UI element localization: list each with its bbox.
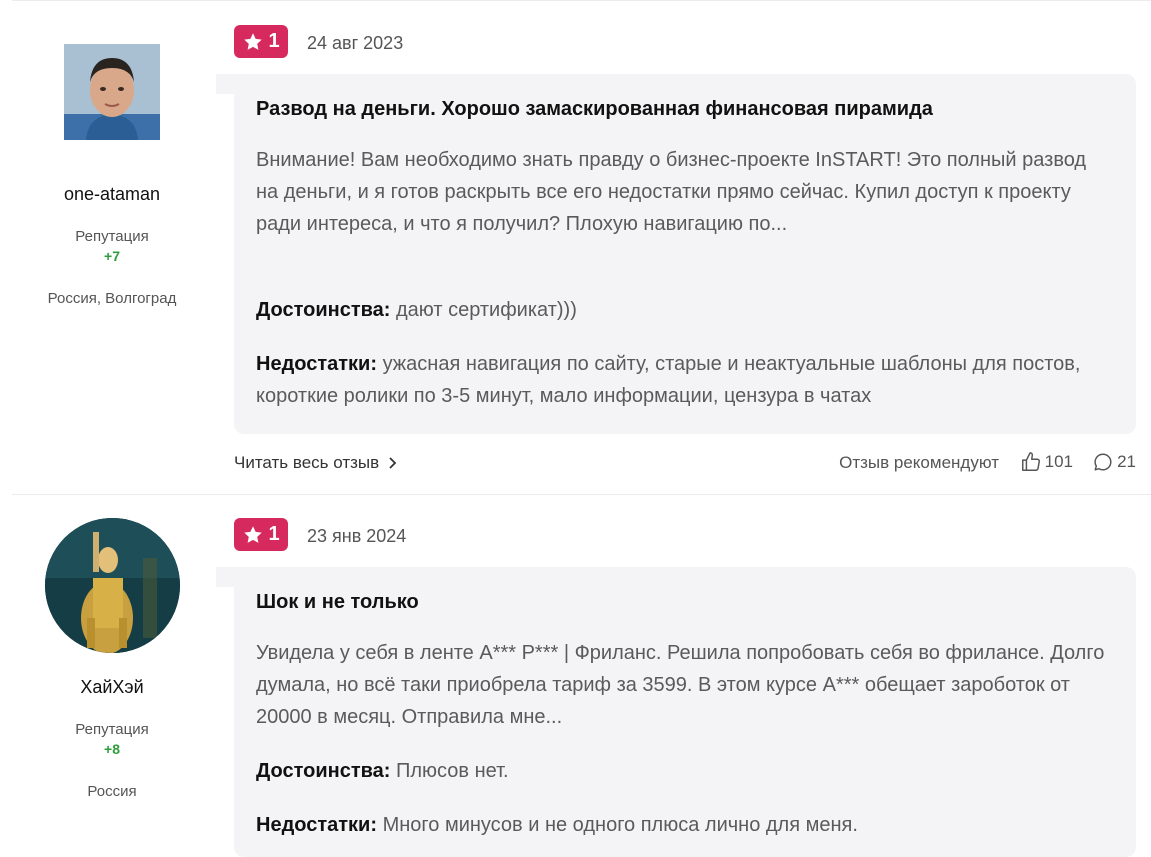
review-date: 23 янв 2024: [307, 526, 407, 546]
cons-label: Недостатки:: [256, 353, 378, 375]
review-pros: Достоинства: дают сертификат))): [256, 294, 1112, 326]
like-count: 101: [1044, 452, 1073, 471]
pros-label: Достоинства:: [256, 760, 391, 782]
review-cons: Недостатки: ужасная навигация по сайту, …: [256, 348, 1112, 412]
cons-text: ужасная навигация по сайту, старые и неа…: [256, 353, 1081, 407]
star-icon: [244, 32, 263, 50]
author-location: Россия: [87, 783, 137, 800]
reputation-label: Репутация: [75, 228, 149, 245]
review-date: 24 авг 2023: [307, 33, 404, 53]
pros-text: дают сертификат))): [396, 299, 577, 321]
review-title[interactable]: Развод на деньги. Хорошо замаскированная…: [256, 98, 1116, 121]
comment-count: 21: [1117, 452, 1136, 471]
reputation-value: +8: [104, 741, 120, 757]
avatar[interactable]: [64, 44, 160, 140]
rating-badge: 1: [234, 25, 288, 58]
pros-text: Плюсов нет.: [396, 760, 509, 782]
rating-value: 1: [268, 30, 280, 52]
rating-value: 1: [268, 523, 280, 545]
review-card[interactable]: Развод на деньги. Хорошо замаскированная…: [234, 74, 1136, 434]
chevron-right-icon: [389, 457, 397, 469]
cons-text: Много минусов и не одного плюса лично дл…: [382, 814, 858, 836]
review-text: Увидела у себя в ленте А*** Р*** | Фрила…: [256, 642, 1105, 728]
comment-button[interactable]: 21: [1092, 451, 1136, 473]
read-more-link[interactable]: Читать весь отзыв: [234, 453, 397, 473]
like-button[interactable]: 101: [1020, 451, 1073, 473]
author-name[interactable]: ХайХэй: [12, 677, 212, 698]
read-more-label: Читать весь отзыв: [234, 453, 380, 472]
cons-label: Недостатки:: [256, 814, 378, 836]
star-icon: [244, 525, 263, 543]
review-card[interactable]: Шок и не только Увидела у себя в ленте А…: [234, 567, 1136, 857]
review-cons: Недостатки: Много минусов и не одного пл…: [256, 809, 1112, 841]
avatar[interactable]: [45, 518, 180, 653]
author-name[interactable]: one-ataman: [12, 184, 212, 205]
author-location: Россия, Волгоград: [47, 290, 177, 307]
review-item: ХайХэй Репутация +8 Россия 1 23 янв 2024…: [0, 495, 1151, 857]
review-title[interactable]: Шок и не только: [256, 591, 1116, 614]
comment-icon: [1094, 453, 1112, 471]
review-text: Внимание! Вам необходимо знать правду о …: [256, 149, 1087, 235]
review-footer: Читать весь отзыв Отзыв рекомендуют 101 …: [234, 451, 1136, 481]
thumbs-up-icon: [1021, 452, 1040, 471]
pros-label: Достоинства:: [256, 299, 391, 321]
review-item: one-ataman Репутация +7 Россия, Волгогра…: [0, 0, 1151, 494]
reputation-label: Репутация: [75, 721, 149, 738]
rating-badge: 1: [234, 518, 288, 551]
reputation-value: +7: [104, 248, 120, 264]
recommend-label: Отзыв рекомендуют: [839, 453, 999, 472]
review-pros: Достоинства: Плюсов нет.: [256, 755, 1112, 787]
